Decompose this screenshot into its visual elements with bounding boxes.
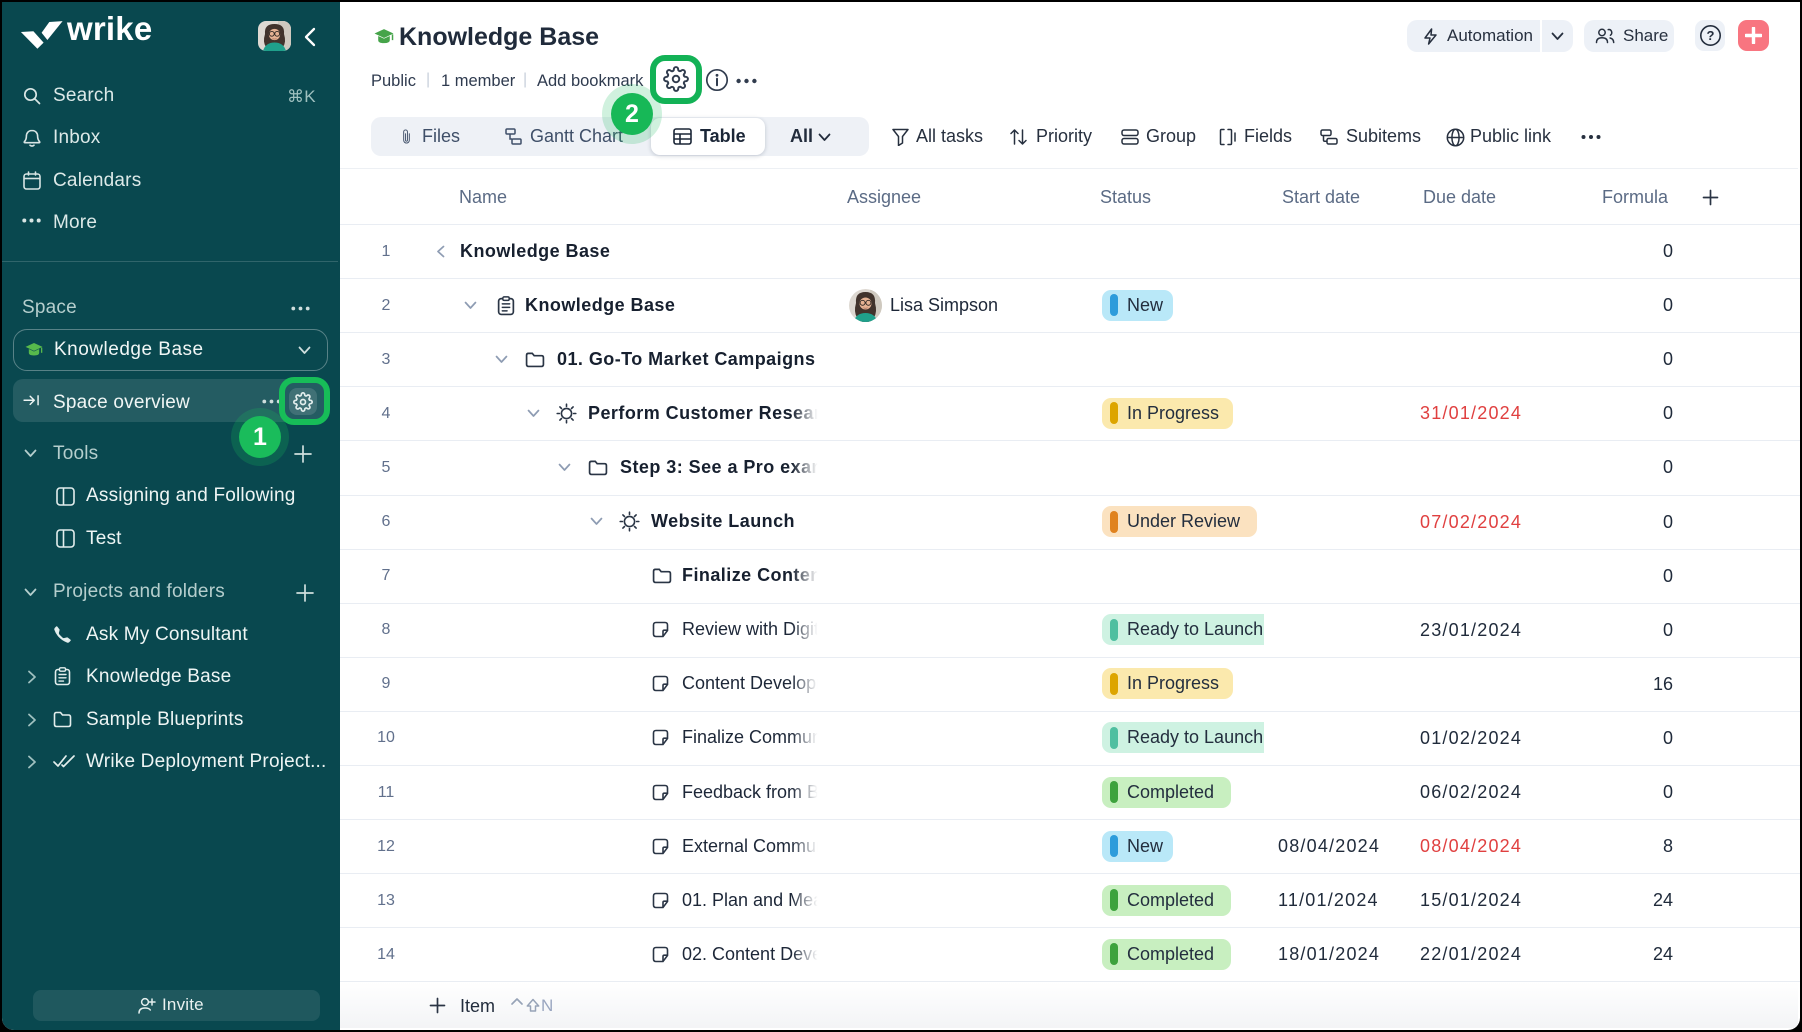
svg-text:?: ? (1707, 28, 1715, 43)
